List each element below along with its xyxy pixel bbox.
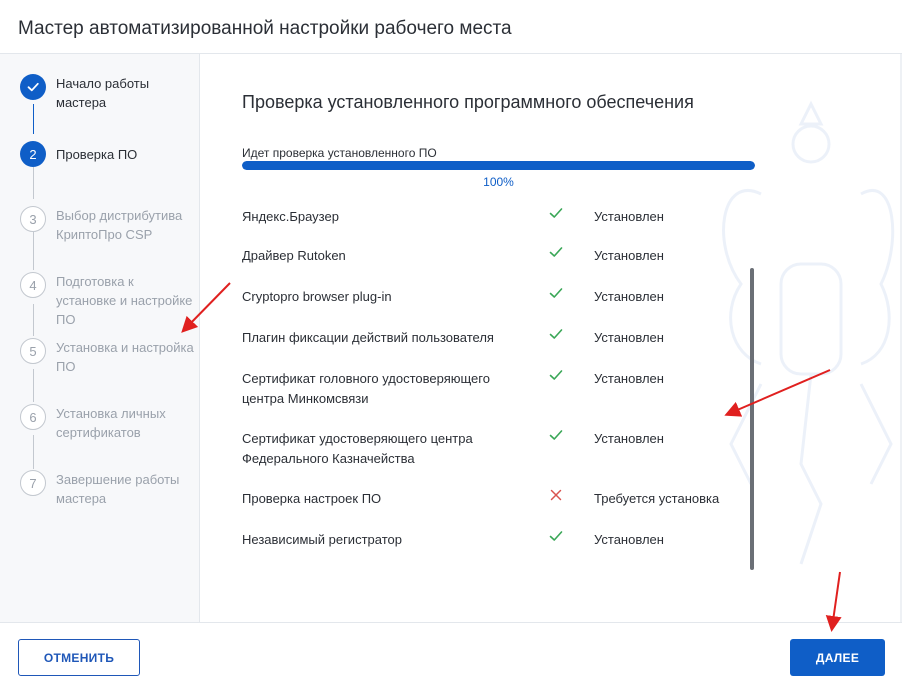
- step-3-label: Выбор дистрибутива КриптоПро CSP: [56, 208, 183, 242]
- software-status: Установлен: [594, 371, 664, 386]
- check-icon: [548, 205, 564, 221]
- software-status: Установлен: [594, 248, 664, 263]
- software-status: Установлен: [594, 330, 664, 345]
- step-connector: [33, 435, 34, 469]
- step-connector: [33, 104, 34, 134]
- step-4-number: 4: [20, 272, 46, 298]
- software-name: Драйвер Rutoken: [242, 248, 346, 263]
- main-content: Проверка установленного программного обе…: [201, 54, 900, 622]
- step-6-number: 6: [20, 404, 46, 430]
- step-connector: [33, 232, 34, 270]
- check-icon: [548, 326, 564, 342]
- software-status: Установлен: [594, 431, 664, 446]
- step-connector: [33, 167, 34, 199]
- next-button[interactable]: ДАЛЕЕ: [790, 639, 885, 676]
- dialog-header: Мастер автоматизированной настройки рабо…: [0, 0, 902, 54]
- software-status: Установлен: [594, 289, 664, 304]
- software-status: Установлен: [594, 209, 664, 224]
- software-status: Требуется установка: [594, 491, 720, 506]
- software-name: Cryptopro browser plug-in: [242, 289, 392, 304]
- check-icon: [548, 427, 564, 443]
- section-title: Проверка установленного программного обе…: [242, 92, 694, 112]
- step-2-number: 2: [20, 141, 46, 167]
- step-3-number: 3: [20, 206, 46, 232]
- step-5-label: Установка и настройка ПО: [56, 340, 194, 374]
- step-connector: [33, 369, 34, 402]
- software-name: Яндекс.Браузер: [242, 209, 339, 224]
- check-icon: [548, 528, 564, 544]
- step-1-check-icon: [20, 74, 46, 100]
- dialog-title: Мастер автоматизированной настройки рабо…: [18, 18, 512, 39]
- scrollbar-thumb[interactable]: [750, 268, 754, 570]
- step-7-number: 7: [20, 470, 46, 496]
- software-status: Установлен: [594, 532, 664, 547]
- progress-bar-fill: [242, 161, 755, 170]
- step-6-label: Установка личных сертификатов: [56, 406, 166, 440]
- step-4-label: Подготовка к установке и настройке ПО: [56, 274, 193, 327]
- dialog-footer: ОТМЕНИТЬ ДАЛЕЕ: [0, 622, 902, 689]
- wizard-window: Мастер автоматизированной настройки рабо…: [0, 0, 902, 689]
- check-icon: [548, 367, 564, 383]
- software-name: Проверка настроек ПО: [242, 491, 382, 506]
- step-7-label: Завершение работы мастера: [56, 472, 180, 506]
- progress-label: Идет проверка установленного ПО: [242, 146, 437, 160]
- software-name: Сертификат головного удостоверяющего цен…: [242, 371, 490, 406]
- wizard-steps-sidebar: Начало работы мастера 2 Проверка ПО 3 Вы…: [0, 54, 200, 622]
- software-name: Плагин фиксации действий пользователя: [242, 330, 494, 345]
- step-5-number: 5: [20, 338, 46, 364]
- step-1-label: Начало работы мастера: [56, 76, 150, 110]
- cross-icon: [548, 487, 564, 503]
- check-icon: [548, 285, 564, 301]
- step-connector: [33, 304, 34, 336]
- step-2-label: Проверка ПО: [56, 147, 138, 162]
- progress-bar: [242, 161, 755, 170]
- cancel-button[interactable]: ОТМЕНИТЬ: [18, 639, 140, 676]
- progress-percent: 100%: [483, 175, 514, 189]
- check-icon: [548, 244, 564, 260]
- software-name: Независимый регистратор: [242, 532, 402, 547]
- software-name: Сертификат удостоверяющего центра Федера…: [242, 431, 473, 466]
